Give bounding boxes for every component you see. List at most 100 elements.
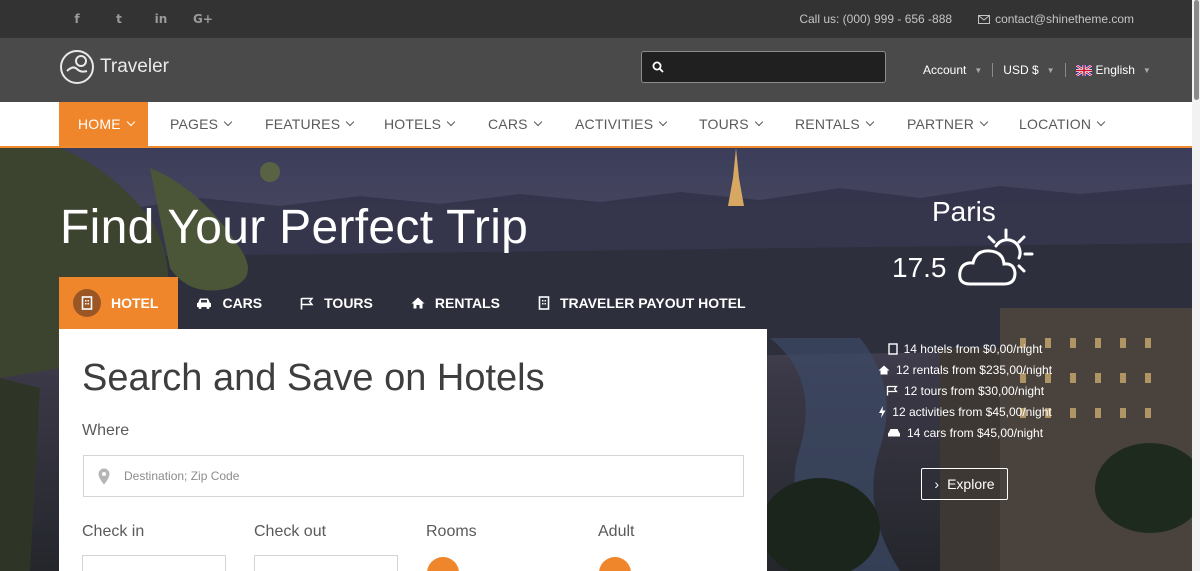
stat-hotels: 14 hotels from $0,00/night xyxy=(840,338,1090,359)
tab-label: RENTALS xyxy=(434,295,500,311)
nav-item-hotels[interactable]: HOTELS xyxy=(384,102,456,146)
where-label: Where xyxy=(82,422,130,439)
nav-label: HOTELS xyxy=(384,116,442,132)
chevron-down-icon xyxy=(658,117,668,127)
top-contact: Call us: (000) 999 - 656 -888 contact@sh… xyxy=(799,0,1134,38)
envelope-icon xyxy=(978,14,991,24)
call-us-text: Call us: (000) 999 - 656 -888 xyxy=(799,12,953,26)
rooms-selector[interactable] xyxy=(427,557,459,571)
logo[interactable]: Traveler xyxy=(59,49,169,85)
destination-placeholder: Destination; Zip Code xyxy=(124,469,240,483)
explore-button[interactable]: › Explore xyxy=(921,468,1008,500)
email-text: contact@shinetheme.com xyxy=(995,12,1134,26)
stat-rentals: 12 rentals from $235,00/night xyxy=(840,359,1090,380)
scroll-thumb[interactable] xyxy=(1194,0,1199,100)
flag-icon xyxy=(300,297,314,310)
social-links: f t in G+ xyxy=(56,0,224,38)
checkout-input[interactable] xyxy=(254,555,398,571)
stat-cars: 14 cars from $45,00/night xyxy=(840,422,1090,443)
facebook-icon[interactable]: f xyxy=(56,12,98,26)
tab-cars[interactable]: CARS xyxy=(178,277,282,329)
language-label: English xyxy=(1095,63,1135,77)
chevron-down-icon xyxy=(446,117,456,127)
car-icon xyxy=(196,297,212,309)
stat-text: 14 hotels from $0,00/night xyxy=(903,341,1043,356)
nav-item-cars[interactable]: CARS xyxy=(488,102,542,146)
checkin-label: Check in xyxy=(82,523,145,540)
car-icon xyxy=(887,428,900,436)
googleplus-icon[interactable]: G+ xyxy=(182,12,224,26)
adult-selector[interactable] xyxy=(599,557,631,571)
nav-item-pages[interactable]: PAGES xyxy=(170,102,233,146)
search-icon xyxy=(652,61,664,73)
uk-flag-icon xyxy=(1075,64,1092,76)
chevron-down-icon xyxy=(533,117,542,127)
flag-icon xyxy=(886,385,898,396)
language-dropdown[interactable]: English ▼ xyxy=(1075,63,1151,77)
top-bar: f t in G+ Call us: (000) 999 - 656 -888 … xyxy=(0,0,1200,38)
home-icon xyxy=(411,297,425,309)
hero-section: Find Your Perfect Trip Paris 17.5 HOTEL … xyxy=(0,148,1192,571)
tab-label: HOTEL xyxy=(111,295,159,311)
rooms-label: Rooms xyxy=(426,523,477,540)
stat-text: 12 tours from $30,00/night xyxy=(903,383,1045,398)
nav-label: PAGES xyxy=(170,116,219,132)
stat-tours: 12 tours from $30,00/night xyxy=(840,380,1090,401)
tab-rentals[interactable]: RENTALS xyxy=(393,277,520,329)
checkout-label: Check out xyxy=(254,523,327,540)
search-input[interactable] xyxy=(641,51,886,83)
map-marker-icon xyxy=(98,468,110,484)
stat-text: 12 activities from $45,00/night xyxy=(892,404,1052,419)
nav-label: HOME xyxy=(78,116,121,132)
chevron-down-icon: ▼ xyxy=(1046,65,1055,75)
chevron-down-icon: ▼ xyxy=(1142,65,1151,75)
bolt-icon xyxy=(879,405,886,418)
weather-city: Paris xyxy=(932,196,996,227)
panel-title: Search and Save on Hotels xyxy=(82,357,545,399)
nav-label: LOCATION xyxy=(1019,116,1092,132)
nav-item-location[interactable]: LOCATION xyxy=(1019,102,1106,146)
adult-label: Adult xyxy=(598,523,635,540)
logo-text: Traveler xyxy=(100,56,169,77)
linkedin-icon[interactable]: in xyxy=(140,12,182,26)
nav-item-activities[interactable]: ACTIVITIES xyxy=(575,102,668,146)
twitter-icon[interactable]: t xyxy=(98,12,140,26)
currency-dropdown[interactable]: USD $ ▼ xyxy=(1003,63,1054,77)
chevron-down-icon xyxy=(223,117,233,127)
destination-stats: 14 hotels from $0,00/night 12 rentals fr… xyxy=(840,338,1090,443)
nav-item-tours[interactable]: TOURS xyxy=(699,102,763,146)
stat-text: 14 cars from $45,00/night xyxy=(906,425,1044,440)
chevron-right-icon: › xyxy=(934,476,940,492)
stat-text: 12 rentals from $235,00/night xyxy=(895,362,1053,377)
email-link[interactable]: contact@shinetheme.com xyxy=(978,12,1134,26)
chevron-down-icon xyxy=(979,117,989,127)
account-label: Account xyxy=(923,63,967,77)
tab-label: CARS xyxy=(222,295,263,311)
nav-label: ACTIVITIES xyxy=(575,116,654,132)
hero-title: Find Your Perfect Trip xyxy=(60,201,529,254)
tab-hotel[interactable]: HOTEL xyxy=(59,277,179,329)
nav-item-partner[interactable]: PARTNER xyxy=(907,102,989,146)
traveler-logo-icon xyxy=(60,50,94,84)
home-icon xyxy=(878,365,890,374)
chevron-down-icon xyxy=(346,117,355,127)
stat-activities: 12 activities from $45,00/night xyxy=(840,401,1090,422)
header: Traveler Account ▼ USD $ ▼ English ▼ xyxy=(0,38,1200,102)
account-dropdown[interactable]: Account ▼ xyxy=(923,63,982,77)
nav-item-features[interactable]: FEATURES xyxy=(265,102,355,146)
nav-item-rentals[interactable]: RENTALS xyxy=(795,102,875,146)
divider xyxy=(992,63,994,77)
chevron-down-icon xyxy=(754,117,763,127)
tab-traveler-payout-hotel[interactable]: TRAVELER PAYOUT HOTEL xyxy=(520,277,766,329)
chevron-down-icon: ▼ xyxy=(974,65,983,75)
destination-input[interactable]: Destination; Zip Code xyxy=(83,455,744,497)
hotel-icon xyxy=(73,289,101,317)
nav-label: RENTALS xyxy=(795,116,860,132)
checkin-input[interactable] xyxy=(82,555,226,571)
tab-tours[interactable]: TOURS xyxy=(282,277,393,329)
main-nav: HOME PAGES FEATURES HOTELS CARS ACTIVITI… xyxy=(0,102,1192,148)
nav-item-home[interactable]: HOME xyxy=(59,102,148,146)
explore-label: Explore xyxy=(947,476,995,492)
nav-label: FEATURES xyxy=(265,116,341,132)
building-icon xyxy=(538,296,550,310)
